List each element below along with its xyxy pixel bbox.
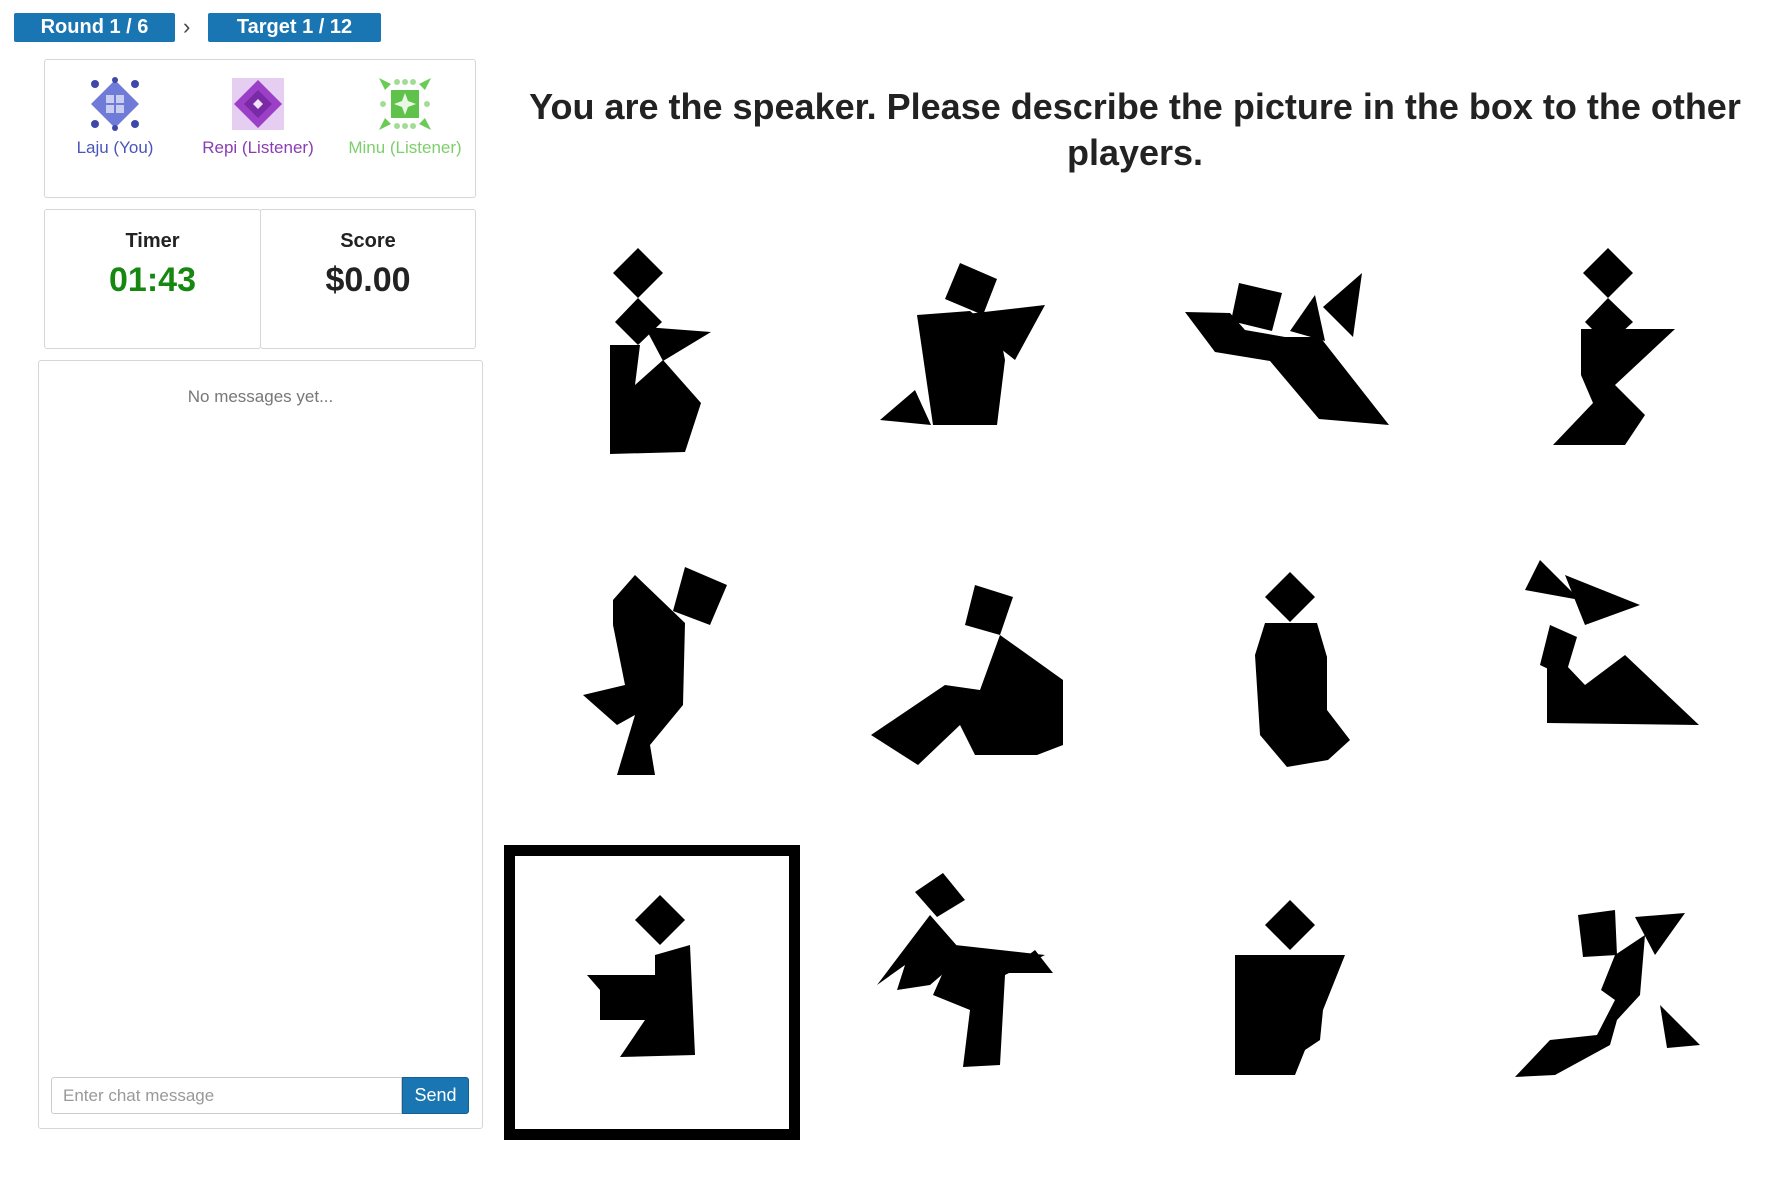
tangram-tile[interactable] <box>1405 545 1705 845</box>
tangram-tile[interactable] <box>805 545 1105 845</box>
target-badge: Target 1 / 12 <box>208 13 381 42</box>
tangram-tile[interactable] <box>1105 235 1405 535</box>
score-value: $0.00 <box>325 261 411 299</box>
player-label: Repi (Listener) <box>202 138 314 157</box>
tangram-figure-icon <box>880 263 1045 425</box>
timer-panel: Timer 01:43 <box>44 209 261 349</box>
tangram-figure-icon <box>1235 900 1345 1075</box>
tangram-figure-icon <box>1553 248 1675 445</box>
send-button[interactable]: Send <box>402 1077 469 1114</box>
score-label: Score <box>340 230 396 252</box>
player-avatar-icon <box>379 78 431 130</box>
timer-value: 01:43 <box>109 261 196 299</box>
player-repi: Repi (Listener) <box>188 76 328 158</box>
tangram-tile[interactable] <box>1105 545 1405 845</box>
tangram-tile[interactable] <box>805 845 1105 1145</box>
tangram-tile[interactable] <box>1105 845 1405 1145</box>
speaker-instruction: You are the speaker. Please describe the… <box>529 86 1741 173</box>
tangram-tile[interactable] <box>805 235 1105 535</box>
chat-message-input[interactable] <box>51 1077 402 1114</box>
tangram-tile[interactable] <box>505 235 805 535</box>
players-panel: Laju (You) Repi (Listener) Minu (Listene… <box>44 59 476 198</box>
tangram-tile[interactable] <box>1405 235 1705 535</box>
tangram-figure-icon <box>871 585 1063 765</box>
chat-input-group: Send <box>51 1077 469 1114</box>
tangram-tile[interactable] <box>1405 845 1705 1145</box>
target-highlight-box <box>504 845 800 1140</box>
player-label: Laju (You) <box>76 138 154 157</box>
tangram-figure-icon <box>1515 910 1700 1077</box>
player-laju: Laju (You) <box>45 76 185 158</box>
player-minu: Minu (Listener) <box>335 76 475 158</box>
round-badge: Round 1 / 6 <box>14 13 175 42</box>
tangram-tile[interactable] <box>505 545 805 845</box>
player-avatar-icon <box>91 77 139 131</box>
tangram-figure-icon <box>583 567 727 775</box>
tangram-figure-icon <box>1185 273 1389 425</box>
tangram-figure-icon <box>1255 572 1350 767</box>
chat-panel: No messages yet... Send <box>38 360 483 1129</box>
score-panel: Score $0.00 <box>260 209 476 349</box>
chat-empty-message: No messages yet... <box>187 387 334 406</box>
tangram-figure-icon <box>877 873 1053 1067</box>
player-avatar-icon <box>232 78 284 130</box>
timer-label: Timer <box>125 230 180 252</box>
tangram-figure-icon <box>610 248 711 454</box>
chevron-right-icon: › <box>183 14 191 39</box>
player-label: Minu (Listener) <box>348 138 462 157</box>
tangram-figure-icon <box>1525 560 1699 725</box>
